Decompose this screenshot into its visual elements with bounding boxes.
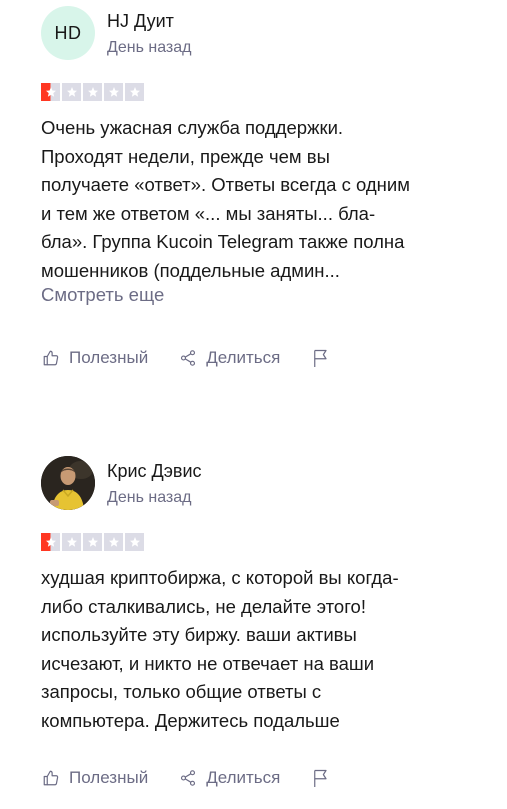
- review-text-line: получаете «ответ». Ответы всегда с одним: [41, 174, 410, 195]
- thumbs-up-icon: [41, 768, 61, 788]
- review-text-line: худшая криптобиржа, с которой вы когда-: [41, 567, 399, 588]
- review-header: HD HJ Дуит День назад: [41, 0, 481, 66]
- review-text-line: Проходят недели, прежде чем вы: [41, 145, 330, 167]
- review-text: Очень ужасная служба поддержки. Проходят…: [41, 114, 481, 285]
- useful-button[interactable]: Полезный: [41, 766, 148, 790]
- share-icon: [178, 768, 198, 788]
- star-icon: [41, 83, 60, 101]
- review-text-line: бла». Группа Kucoin Telegram также полна: [41, 231, 405, 252]
- star-icon: [62, 533, 81, 551]
- user-photo-icon: [41, 456, 95, 510]
- star-icon: [104, 533, 123, 551]
- flag-button[interactable]: [310, 768, 330, 788]
- star-icon: [125, 83, 144, 101]
- review-text-line: используйте эту биржу. ваши активы: [41, 624, 357, 645]
- useful-label: Полезный: [69, 348, 149, 367]
- star-icon: [41, 533, 60, 551]
- flag-icon: [310, 768, 330, 788]
- avatar[interactable]: [41, 456, 95, 510]
- useful-button[interactable]: Полезный: [41, 346, 148, 370]
- share-label: Делиться: [206, 768, 281, 787]
- reviewer-name[interactable]: Крис Дэвис: [107, 459, 202, 483]
- review-text-line: мошенников (поддельные админ...: [41, 259, 340, 281]
- star-icon: [104, 83, 123, 101]
- reviewer-name[interactable]: HJ Дуит: [107, 9, 174, 33]
- review-card: HD HJ Дуит День назад Очень ужасная служ…: [41, 0, 481, 367]
- review-date: День назад: [107, 489, 192, 506]
- review-header: Крис Дэвис День назад: [41, 450, 481, 516]
- avatar[interactable]: HD: [41, 6, 95, 60]
- flag-icon: [310, 348, 330, 368]
- star-rating: [41, 83, 144, 101]
- review-actions: Полезный Делиться: [41, 766, 330, 790]
- review-actions: Полезный Делиться: [41, 346, 330, 370]
- star-icon: [83, 533, 102, 551]
- review-text: худшая криптобиржа, с которой вы когда- …: [41, 564, 481, 735]
- review-text-line: исчезают, и никто не отвечает на ваши: [41, 652, 375, 674]
- star-rating: [41, 533, 144, 551]
- review-text-line: Очень ужасная служба поддержки.: [41, 117, 344, 138]
- review-text-line: компьютера. Держитесь подальше: [41, 709, 340, 731]
- review-date: День назад: [107, 39, 192, 56]
- share-button[interactable]: Делиться: [178, 346, 280, 370]
- review-card: Крис Дэвис День назад худшая криптобиржа…: [41, 450, 481, 787]
- flag-button[interactable]: [310, 348, 330, 368]
- avatar-initials: HD: [54, 23, 82, 43]
- star-icon: [125, 533, 144, 551]
- share-icon: [178, 348, 198, 368]
- see-more-link[interactable]: Смотреть еще: [41, 282, 164, 308]
- review-text-line: и тем же ответом «... мы заняты... бла-: [41, 202, 376, 224]
- review-text-line: либо сталкивались, не делайте этого!: [41, 595, 366, 617]
- thumbs-up-icon: [41, 348, 61, 368]
- useful-label: Полезный: [69, 768, 149, 787]
- star-icon: [62, 83, 81, 101]
- star-icon: [83, 83, 102, 101]
- share-button[interactable]: Делиться: [178, 766, 280, 790]
- share-label: Делиться: [206, 348, 281, 367]
- review-text-line: запросы, только общие ответы с: [41, 681, 322, 702]
